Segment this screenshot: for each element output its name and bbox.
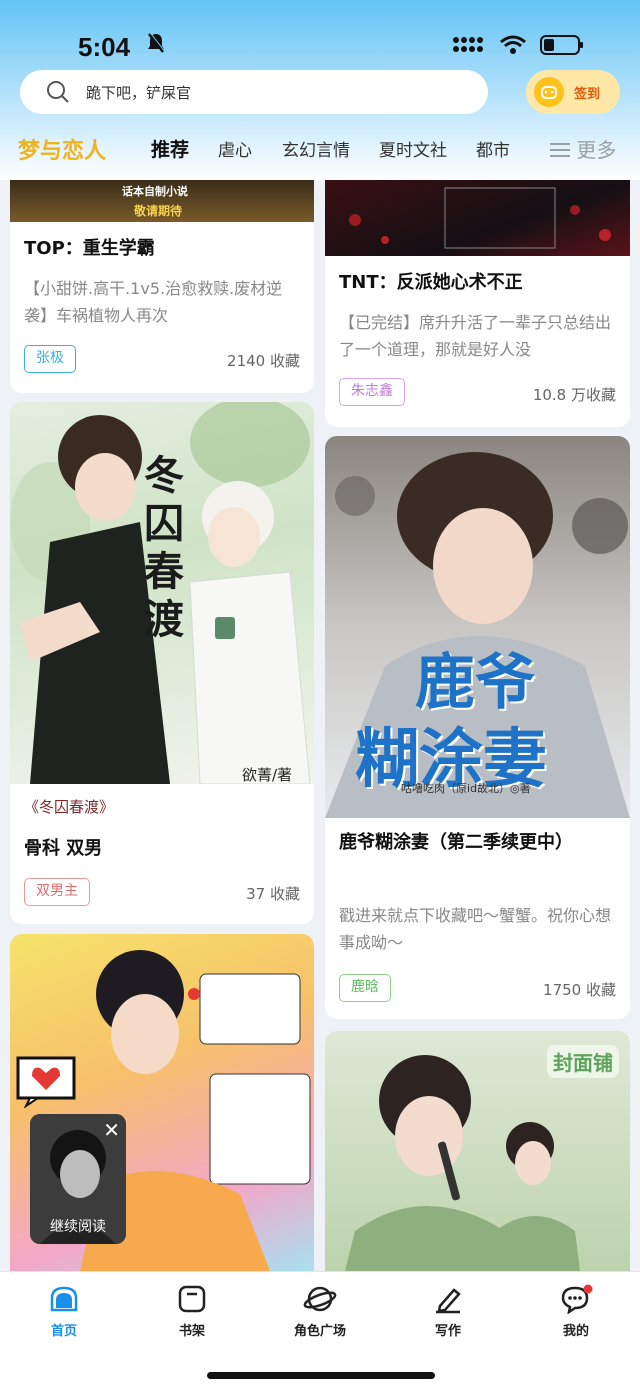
search-bar[interactable]: 跪下吧，铲屎官 — [20, 70, 488, 114]
heart-icon — [16, 1056, 76, 1108]
book-cover: 鹿爷 糊涂妻 咕噜吃肉（原id故北）◎著 — [325, 436, 630, 818]
home-icon — [50, 1286, 78, 1312]
search-placeholder: 跪下吧，铲屎官 — [86, 83, 192, 102]
book-card-3[interactable]: 冬囚春渡 欲菁/著 《冬囚春渡》 骨科 双男 双男主 37 收藏 — [10, 402, 314, 924]
close-icon[interactable]: ✕ — [103, 1118, 120, 1142]
planet-icon — [303, 1286, 337, 1312]
tab-summer-club[interactable]: 夏时文社 — [379, 136, 447, 161]
signal-icon — [453, 37, 483, 52]
book-title: TNT：反派她心术不正 — [339, 272, 523, 293]
nav-label: 写作 — [434, 1324, 461, 1339]
home-indicator — [207, 1372, 435, 1379]
nav-write[interactable]: 写作 — [393, 1284, 503, 1339]
book-tag[interactable]: 朱志鑫 — [339, 378, 405, 406]
book-title: 鹿爷糊涂妻（第二季续更中） — [339, 832, 573, 853]
book-card-2[interactable]: TNT：反派她心术不正 【已完结】席升升活了一辈子只总结出了一个道理，那就是好人… — [325, 180, 630, 427]
continue-reading-label: 继续阅读 — [50, 1219, 106, 1235]
book-card-4[interactable]: 鹿爷 糊涂妻 咕噜吃肉（原id故北）◎著 鹿爷糊涂妻（第二季续更中） 戳进来就点… — [325, 436, 630, 1019]
cover-art — [349, 187, 611, 249]
book-description: 【小甜饼.高干.1v5.治愈救赎.废材逆袭】车祸植物人再次 — [24, 279, 283, 325]
book-description: 戳进来就点下收藏吧～蟹蟹。祝你心想事成呦～ — [339, 906, 612, 952]
book-title: TOP：重生学霸 — [24, 238, 155, 259]
book-tag[interactable]: 双男主 — [24, 878, 90, 906]
battery-icon — [540, 35, 583, 55]
book-cover — [325, 180, 630, 256]
book-tag[interactable]: 鹿晗 — [339, 974, 391, 1002]
favorite-count: 37 收藏 — [246, 885, 300, 903]
nav-label: 角色广场 — [293, 1324, 346, 1339]
wifi-icon — [500, 35, 526, 54]
tab-recommend[interactable]: 推荐 — [151, 135, 189, 162]
book-cover: 冬囚春渡 欲菁/著 — [10, 402, 314, 785]
book-tag[interactable]: 张极 — [24, 345, 76, 373]
tab-brand[interactable]: 梦与恋人 — [18, 133, 106, 165]
tab-urban[interactable]: 都市 — [476, 136, 510, 161]
checkin-label: 签到 — [574, 86, 601, 102]
tab-fantasy-romance[interactable]: 玄幻言情 — [282, 136, 350, 161]
favorite-count: 10.8 万收藏 — [532, 386, 616, 404]
search-icon — [47, 81, 69, 103]
chat-bubble-icon — [561, 1284, 593, 1315]
continue-reading-widget[interactable]: ✕ 继续阅读 — [30, 1114, 126, 1244]
nav-label: 我的 — [562, 1324, 589, 1339]
bell-muted-icon — [148, 32, 165, 53]
cover-author: 咕噜吃肉（原id故北）◎著 — [401, 782, 531, 795]
tab-more[interactable]: 更多 — [550, 134, 616, 163]
cover-badge: 封面铺 — [547, 1045, 619, 1078]
book-cover: 封面铺 — [325, 1031, 630, 1271]
bookshelf-icon — [178, 1285, 206, 1313]
nav-character-plaza[interactable]: 角色广场 — [265, 1284, 375, 1339]
nav-label: 首页 — [50, 1324, 77, 1339]
status-icons — [148, 32, 584, 56]
book-description: 【已完结】席升升活了一辈子只总结出了一个道理，那就是好人没 — [339, 313, 612, 359]
smiley-icon — [534, 77, 564, 107]
nav-profile[interactable]: 我的 — [521, 1284, 631, 1339]
nav-label: 书架 — [178, 1324, 205, 1339]
nav-bookshelf[interactable]: 书架 — [137, 1284, 247, 1339]
pencil-icon — [436, 1288, 461, 1314]
cover-text: 敬请期待 — [134, 204, 183, 218]
tab-angst[interactable]: 虐心 — [218, 136, 252, 161]
cover-author: 欲菁/著 — [242, 766, 293, 784]
top-header: 5:04 跪下吧，铲屎官 签到 梦与恋人 推荐 虐心 玄幻言情 夏时文社 都市 … — [0, 0, 640, 180]
book-card-6[interactable]: 封面铺 — [325, 1031, 630, 1271]
nav-home[interactable]: 首页 — [9, 1284, 119, 1339]
favorite-count: 1750 收藏 — [543, 981, 616, 999]
tab-more-label: 更多 — [576, 138, 617, 162]
book-cover: 话本自制小说 敬请期待 — [10, 180, 314, 222]
status-time: 5:04 — [78, 32, 131, 62]
book-subtitle: 《冬囚春渡》 — [24, 798, 115, 816]
menu-icon — [550, 143, 570, 157]
cover-title: 冬囚春渡 — [144, 452, 184, 643]
cover-text: 话本自制小说 — [122, 185, 188, 198]
book-title: 骨科 双男 — [24, 838, 103, 859]
favorite-count: 2140 收藏 — [227, 352, 300, 370]
category-tabs: 梦与恋人 推荐 虐心 玄幻言情 夏时文社 都市 更多 — [0, 128, 640, 172]
book-card-1[interactable]: 话本自制小说 敬请期待 TOP：重生学霸 【小甜饼.高干.1v5.治愈救赎.废材… — [10, 180, 314, 393]
checkin-button[interactable]: 签到 — [526, 70, 620, 114]
